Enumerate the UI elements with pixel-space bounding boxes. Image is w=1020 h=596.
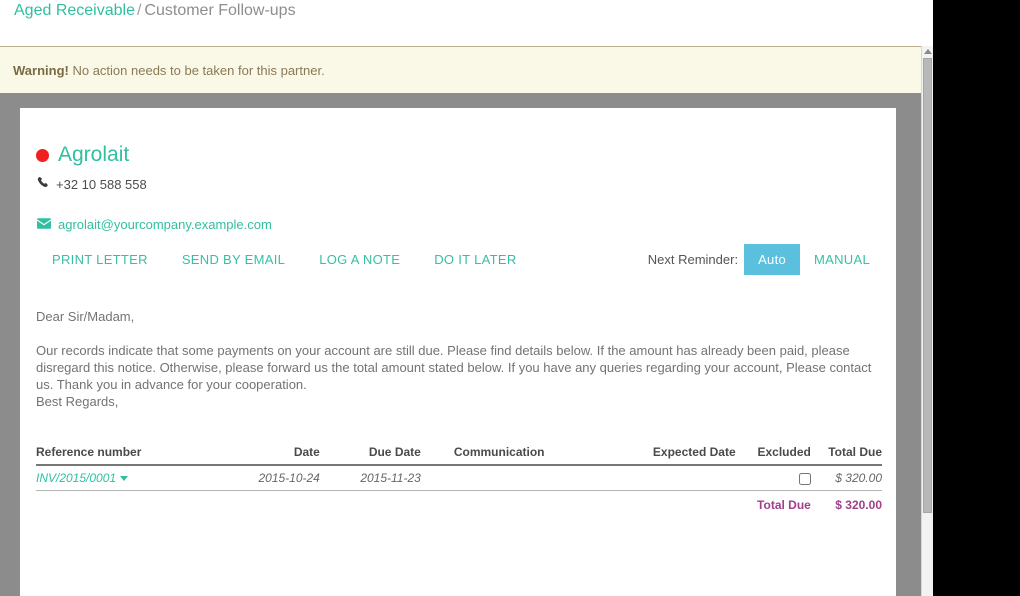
warning-banner: Warning! No action needs to be taken for… xyxy=(0,46,921,93)
phone-icon xyxy=(37,176,50,192)
do-it-later-button[interactable]: DO IT LATER xyxy=(424,244,526,275)
followup-card: Agrolait +32 10 588 558 xyxy=(20,108,896,596)
cell-due-date: 2015-11-23 xyxy=(320,465,421,491)
footer-spacer-5 xyxy=(631,491,736,517)
scroll-up-arrow-icon[interactable] xyxy=(924,49,932,54)
breadcrumb: Aged Receivable/Customer Follow-ups xyxy=(14,2,296,20)
partner-email-row: agrolait@yourcompany.example.com xyxy=(37,217,272,232)
table-header: Reference number Date Due Date Communica… xyxy=(36,445,882,465)
partner-email[interactable]: agrolait@yourcompany.example.com xyxy=(58,217,272,232)
chevron-down-icon[interactable] xyxy=(120,476,128,481)
partner-header: Agrolait xyxy=(36,143,129,167)
send-by-email-button[interactable]: SEND BY EMAIL xyxy=(172,244,295,275)
next-reminder-label: Next Reminder: xyxy=(648,252,738,267)
letter-closing: Best Regards, xyxy=(36,393,882,410)
breadcrumb-bar: Aged Receivable/Customer Follow-ups xyxy=(0,0,933,46)
next-reminder-manual-button[interactable]: MANUAL xyxy=(800,244,884,275)
cell-total-due: $ 320.00 xyxy=(811,465,882,491)
log-a-note-button[interactable]: LOG A NOTE xyxy=(309,244,410,275)
letter-paragraph: Our records indicate that some payments … xyxy=(36,342,882,393)
letter-body: Dear Sir/Madam, Our records indicate tha… xyxy=(36,308,882,410)
footer-spacer-4 xyxy=(421,491,631,517)
invoice-reference-link[interactable]: INV/2015/0001 xyxy=(36,471,116,485)
breadcrumb-parent-link[interactable]: Aged Receivable xyxy=(14,2,135,19)
print-letter-button[interactable]: PRINT LETTER xyxy=(42,244,158,275)
column-header-total-due: Total Due xyxy=(811,445,882,465)
table-header-row: Reference number Date Due Date Communica… xyxy=(36,445,882,465)
vertical-scrollbar[interactable] xyxy=(921,46,933,596)
warning-label: Warning! xyxy=(13,63,69,78)
breadcrumb-current: Customer Follow-ups xyxy=(144,2,295,19)
column-header-excluded: Excluded xyxy=(736,445,811,465)
action-button-group: PRINT LETTER SEND BY EMAIL LOG A NOTE DO… xyxy=(42,244,527,275)
cell-reference: INV/2015/0001 xyxy=(36,465,227,491)
footer-spacer-2 xyxy=(227,491,320,517)
cell-date: 2015-10-24 xyxy=(227,465,320,491)
cell-communication xyxy=(421,465,631,491)
column-header-reference: Reference number xyxy=(36,445,227,465)
next-reminder-group: Next Reminder: Auto MANUAL xyxy=(648,244,884,275)
total-due-row: Total Due $ 320.00 xyxy=(36,491,882,517)
total-due-label: Total Due xyxy=(736,491,811,517)
partner-phone: +32 10 588 558 xyxy=(56,177,147,192)
breadcrumb-separator: / xyxy=(137,2,141,19)
column-header-date: Date xyxy=(227,445,320,465)
warning-message: Warning! No action needs to be taken for… xyxy=(13,63,325,78)
cell-expected-date xyxy=(631,465,736,491)
column-header-communication: Communication xyxy=(421,445,631,465)
followup-table: Reference number Date Due Date Communica… xyxy=(36,445,882,516)
red-dot-icon xyxy=(36,149,49,162)
excluded-checkbox[interactable] xyxy=(799,473,811,485)
warning-body: No action needs to be taken for this par… xyxy=(72,63,324,78)
next-reminder-auto-button[interactable]: Auto xyxy=(744,244,800,275)
partner-phone-row: +32 10 588 558 xyxy=(37,176,147,192)
application-viewport: Aged Receivable/Customer Follow-ups Warn… xyxy=(0,0,933,596)
scrollbar-thumb[interactable] xyxy=(923,58,932,513)
footer-spacer-1 xyxy=(36,491,227,517)
table-body: INV/2015/0001 2015-10-24 2015-11-23 $ 32… xyxy=(36,465,882,491)
envelope-icon xyxy=(37,217,51,232)
letter-salutation: Dear Sir/Madam, xyxy=(36,308,882,325)
column-header-expected-date: Expected Date xyxy=(631,445,736,465)
total-due-amount: $ 320.00 xyxy=(811,491,882,517)
table-footer: Total Due $ 320.00 xyxy=(36,491,882,517)
footer-spacer-3 xyxy=(320,491,421,517)
column-header-due-date: Due Date xyxy=(320,445,421,465)
cell-excluded xyxy=(736,465,811,491)
table-row: INV/2015/0001 2015-10-24 2015-11-23 $ 32… xyxy=(36,465,882,491)
partner-name: Agrolait xyxy=(58,143,129,167)
